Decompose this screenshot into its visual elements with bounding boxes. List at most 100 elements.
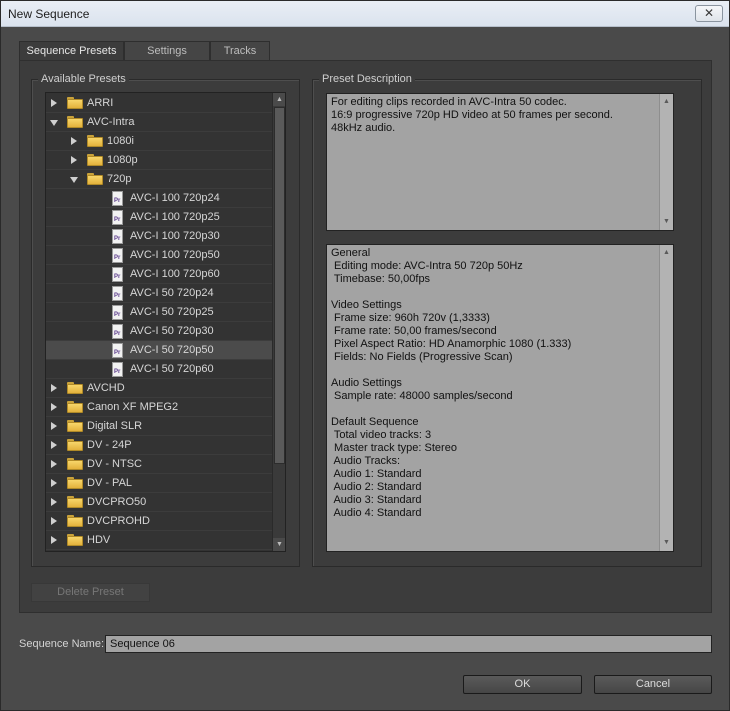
premiere-preset-file-icon: Pr — [112, 210, 123, 225]
file-badge-text: Pr — [114, 236, 121, 242]
tree-item-label: AVC-I 50 720p30 — [130, 325, 214, 337]
preset-details-box: General Editing mode: AVC-Intra 50 720p … — [326, 244, 674, 552]
tree-folder-row[interactable]: Canon XF MPEG2 — [46, 398, 272, 417]
tab-settings[interactable]: Settings — [124, 41, 210, 61]
premiere-preset-file-icon: Pr — [112, 286, 123, 301]
expand-arrow-right-icon[interactable] — [51, 479, 57, 487]
folder-icon — [67, 439, 83, 451]
tree-item-label: DVCPRO50 — [87, 496, 147, 508]
expand-arrow-down-icon[interactable] — [50, 120, 58, 126]
expand-arrow-right-icon[interactable] — [51, 498, 57, 506]
tree-folder-row[interactable]: DVCPRO50 — [46, 493, 272, 512]
sequence-name-label: Sequence Name: — [19, 638, 104, 650]
tab-sequence-presets[interactable]: Sequence Presets — [19, 41, 124, 62]
scroll-thumb[interactable] — [274, 107, 285, 464]
tree-folder-row[interactable]: Digital SLR — [46, 417, 272, 436]
tree-item-label: AVC-I 50 720p25 — [130, 306, 214, 318]
expand-arrow-right-icon[interactable] — [51, 460, 57, 468]
tree-preset-row[interactable]: Pr AVC-I 50 720p30 — [46, 322, 272, 341]
tree-folder-row[interactable]: DV - 24P — [46, 436, 272, 455]
expand-arrow-right-icon[interactable] — [51, 384, 57, 392]
scroll-down-icon[interactable]: ▼ — [660, 537, 673, 549]
tree-preset-row[interactable]: Pr AVC-I 100 720p25 — [46, 208, 272, 227]
tree-folder-row[interactable]: DV - PAL — [46, 474, 272, 493]
tree-preset-row[interactable]: Pr AVC-I 100 720p24 — [46, 189, 272, 208]
file-badge-text: Pr — [114, 331, 121, 337]
tree-item-label: AVC-I 50 720p60 — [130, 363, 214, 375]
tree-folder-row[interactable]: 1080i — [46, 132, 272, 151]
available-presets-legend: Available Presets — [38, 72, 129, 86]
tab-tracks[interactable]: Tracks — [210, 41, 270, 61]
tree-preset-row[interactable]: Pr AVC-I 100 720p60 — [46, 265, 272, 284]
delete-preset-button[interactable]: Delete Preset — [31, 583, 150, 602]
sequence-name-input[interactable]: Sequence 06 — [105, 635, 712, 653]
tree-item-label: Digital SLR — [87, 420, 143, 432]
tree-folder-row[interactable]: AVCHD — [46, 379, 272, 398]
tree-preset-row[interactable]: Pr AVC-I 50 720p50 — [46, 341, 272, 360]
folder-icon — [87, 135, 103, 147]
expand-arrow-right-icon[interactable] — [51, 536, 57, 544]
preset-description-legend: Preset Description — [319, 72, 415, 86]
summary-scrollbar[interactable]: ▲ ▼ — [659, 94, 673, 230]
scroll-up-icon[interactable]: ▲ — [660, 247, 673, 259]
file-badge-text: Pr — [114, 350, 121, 356]
scroll-down-icon[interactable]: ▼ — [660, 216, 673, 228]
tree-preset-row[interactable]: Pr AVC-I 50 720p25 — [46, 303, 272, 322]
tree-folder-row[interactable]: AVC-Intra — [46, 113, 272, 132]
tree-preset-row[interactable]: Pr AVC-I 50 720p60 — [46, 360, 272, 379]
tree-item-label: 1080i — [107, 135, 134, 147]
tree-item-label: AVC-I 100 720p30 — [130, 230, 220, 242]
tree-preset-row[interactable]: Pr AVC-I 50 720p24 — [46, 284, 272, 303]
folder-icon — [67, 458, 83, 470]
expand-arrow-right-icon[interactable] — [51, 403, 57, 411]
tree-item-label: AVC-Intra — [87, 116, 135, 128]
folder-icon — [67, 97, 83, 109]
folder-icon — [67, 382, 83, 394]
tree-folder-row[interactable]: DVCPROHD — [46, 512, 272, 531]
cancel-button[interactable]: Cancel — [594, 675, 712, 694]
premiere-preset-file-icon: Pr — [112, 248, 123, 263]
file-badge-text: Pr — [114, 217, 121, 223]
tree-folder-row[interactable]: 720p — [46, 170, 272, 189]
tree-folder-row[interactable]: ARRI — [46, 94, 272, 113]
premiere-preset-file-icon: Pr — [112, 191, 123, 206]
tree-preset-row[interactable]: Pr AVC-I 100 720p50 — [46, 246, 272, 265]
tree-item-label: AVCHD — [87, 382, 125, 394]
tree-item-label: AVC-I 50 720p24 — [130, 287, 214, 299]
expand-arrow-down-icon[interactable] — [70, 177, 78, 183]
details-scrollbar[interactable]: ▲ ▼ — [659, 245, 673, 551]
tree-preset-row[interactable]: Pr AVC-I 100 720p30 — [46, 227, 272, 246]
tree-item-label: 1080p — [107, 154, 138, 166]
tree-folder-row[interactable]: 1080p — [46, 151, 272, 170]
preset-tree[interactable]: ▲ ▼ ARRI AVC-Intra 1080i 1080p 720p Pr AVC-I 1… — [45, 92, 286, 552]
tree-folder-row[interactable]: DV - NTSC — [46, 455, 272, 474]
expand-arrow-right-icon[interactable] — [51, 99, 57, 107]
expand-arrow-right-icon[interactable] — [71, 156, 77, 164]
file-badge-text: Pr — [114, 198, 121, 204]
scroll-up-icon[interactable]: ▲ — [660, 96, 673, 108]
folder-icon — [67, 534, 83, 546]
scroll-down-icon[interactable]: ▼ — [273, 538, 285, 551]
preset-summary-text: For editing clips recorded in AVC-Intra … — [331, 96, 613, 134]
tree-item-label: DV - PAL — [87, 477, 133, 489]
premiere-preset-file-icon: Pr — [112, 362, 123, 377]
file-badge-text: Pr — [114, 274, 121, 280]
folder-icon — [67, 515, 83, 527]
file-badge-text: Pr — [114, 255, 121, 261]
folder-icon — [87, 173, 103, 185]
expand-arrow-right-icon[interactable] — [51, 422, 57, 430]
expand-arrow-right-icon[interactable] — [71, 137, 77, 145]
tree-item-label: ARRI — [87, 97, 114, 109]
folder-icon — [67, 420, 83, 432]
tree-item-label: Canon XF MPEG2 — [87, 401, 179, 413]
close-button[interactable]: ✕ — [695, 5, 723, 22]
expand-arrow-right-icon[interactable] — [51, 517, 57, 525]
preset-tree-scrollbar[interactable]: ▲ ▼ — [272, 93, 285, 551]
scroll-up-icon[interactable]: ▲ — [273, 93, 285, 106]
expand-arrow-right-icon[interactable] — [51, 441, 57, 449]
ok-button[interactable]: OK — [463, 675, 582, 694]
tree-item-label: 720p — [107, 173, 132, 185]
preset-summary-box: For editing clips recorded in AVC-Intra … — [326, 93, 674, 231]
tree-item-label: DV - 24P — [87, 439, 132, 451]
tree-folder-row[interactable]: HDV — [46, 531, 272, 550]
